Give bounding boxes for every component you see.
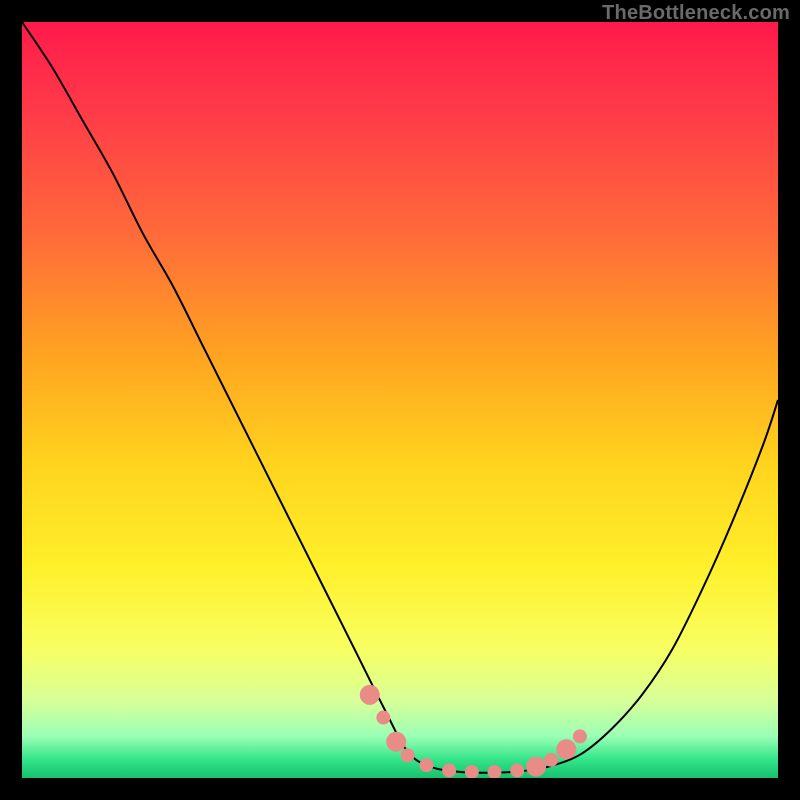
highlight-dot	[376, 711, 390, 725]
watermark-text: TheBottleneck.com	[602, 2, 790, 25]
chart-canvas	[22, 22, 778, 778]
chart-frame: TheBottleneck.com	[0, 0, 800, 800]
highlight-dot	[442, 763, 456, 777]
highlight-dot	[544, 753, 558, 767]
gradient-background	[22, 22, 778, 778]
highlight-dot	[419, 758, 433, 772]
highlight-dot	[573, 729, 587, 743]
highlight-dot	[510, 763, 524, 777]
highlight-dot	[556, 739, 576, 759]
highlight-dot	[526, 757, 546, 777]
plot-area	[22, 22, 778, 778]
highlight-dot	[360, 685, 380, 705]
highlight-dot	[386, 732, 406, 752]
highlight-dot	[401, 748, 415, 762]
